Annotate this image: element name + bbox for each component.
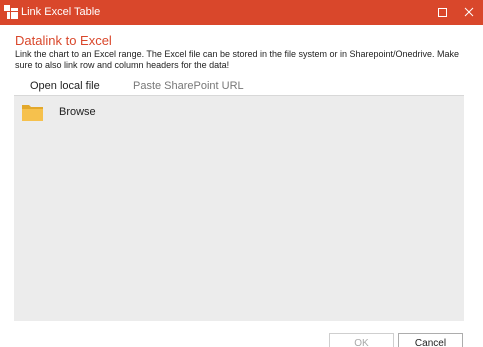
content-panel bbox=[14, 95, 464, 321]
window-title: Link Excel Table bbox=[21, 6, 101, 18]
tab-open-local-file[interactable]: Open local file bbox=[30, 79, 100, 93]
close-icon[interactable] bbox=[455, 0, 483, 25]
dialog-description: Link the chart to an Excel range. The Ex… bbox=[15, 49, 460, 70]
title-bar: Link Excel Table bbox=[0, 0, 483, 25]
ok-button[interactable]: OK bbox=[329, 333, 394, 347]
app-logo-icon bbox=[4, 5, 18, 19]
browse-label: Browse bbox=[59, 106, 96, 118]
dialog-heading: Datalink to Excel bbox=[15, 33, 112, 48]
cancel-button[interactable]: Cancel bbox=[398, 333, 463, 347]
maximize-icon[interactable] bbox=[429, 0, 457, 25]
tab-paste-sharepoint-url[interactable]: Paste SharePoint URL bbox=[133, 79, 244, 93]
folder-icon bbox=[22, 105, 43, 121]
browse-button[interactable]: Browse bbox=[22, 102, 100, 122]
